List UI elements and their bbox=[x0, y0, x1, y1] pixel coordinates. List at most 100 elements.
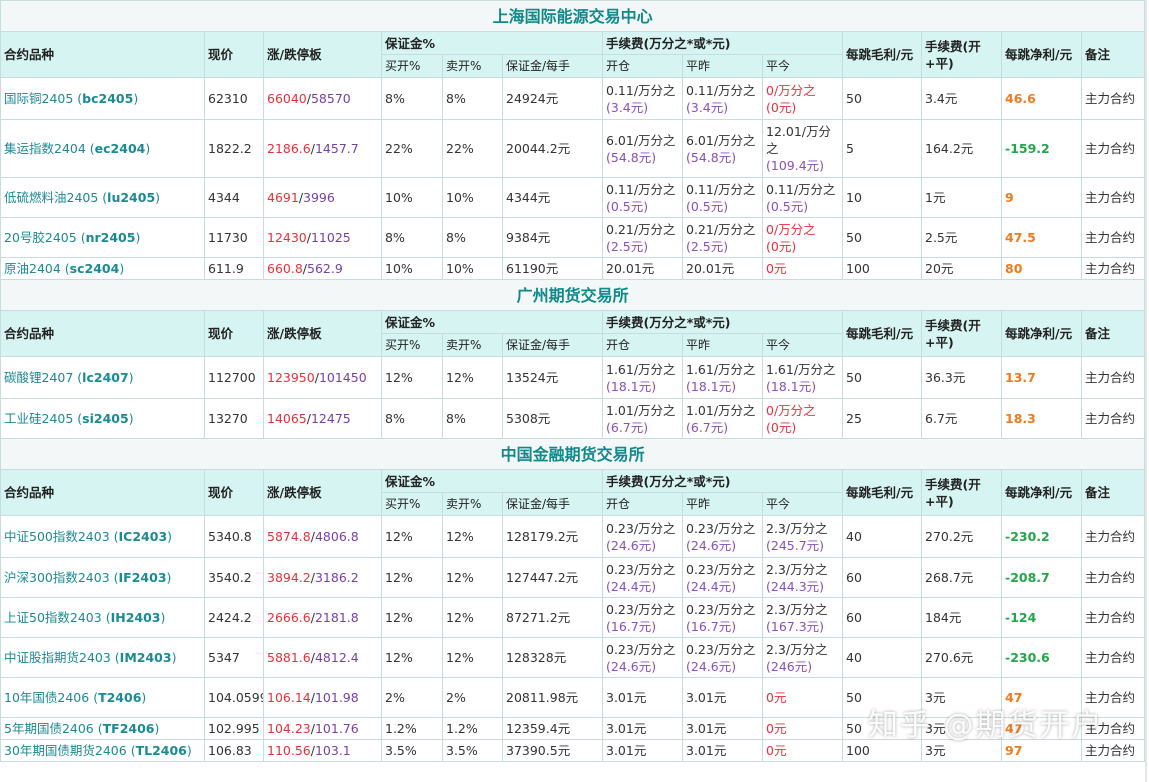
fee-rate: 3.01元 bbox=[686, 743, 727, 758]
price-cell: 62310 bbox=[204, 77, 264, 120]
margin-per-lot-cell: 87271.2元 bbox=[502, 597, 603, 638]
col-header-open: 开仓 bbox=[602, 333, 683, 357]
limit-up: 5881.6 bbox=[267, 650, 311, 665]
contract-name: 中证股指期货2403 bbox=[4, 650, 111, 665]
fee-amount: (2.5元) bbox=[606, 238, 649, 254]
limit-cell: 4691/3996 bbox=[263, 177, 382, 218]
page: 上海国际能源交易中心 合约品种 现价 涨/跌停板 保证金% 手续费(万分之*或*元) 每跳毛… bbox=[0, 0, 1147, 782]
contract-name: 上证50指数2403 bbox=[4, 610, 102, 625]
fee-open-cell: 0.23/万分之 (24.4元) bbox=[602, 557, 683, 598]
col-header-fee-total: 手续费(开+平) bbox=[921, 310, 1002, 357]
margin-sell-cell: 12% bbox=[442, 637, 503, 678]
fee-close-today-cell: 0/万分之 (0元) bbox=[762, 398, 843, 439]
col-header-name: 合约品种 bbox=[0, 469, 205, 516]
col-header-price: 现价 bbox=[204, 469, 264, 516]
fee-rate: 2.3/万分之 bbox=[766, 520, 828, 536]
margin-sell-cell: 8% bbox=[442, 77, 503, 120]
contract-name: 国际铜2405 bbox=[4, 91, 74, 106]
margin-buy-cell: 10% bbox=[381, 177, 443, 218]
price-cell: 112700 bbox=[204, 356, 264, 399]
fee-rate: 1.01/万分之 bbox=[686, 402, 756, 418]
header-row: 合约品种 现价 涨/跌停板 保证金% 手续费(万分之*或*元) 每跳毛利/元 手续费(开+平… bbox=[0, 469, 1146, 516]
fee-open-cell: 3.01元 bbox=[602, 739, 683, 762]
limit-cell: 3894.2/3186.2 bbox=[263, 557, 382, 598]
contract-name-cell: 沪深300指数2403 (IF2403) bbox=[0, 557, 205, 598]
fee-amount: (24.6元) bbox=[686, 658, 737, 674]
fee-close-today-cell: 2.3/万分之 (244.3元) bbox=[762, 557, 843, 598]
col-header-close-prev: 平昨 bbox=[682, 333, 763, 357]
contract-code: ec2404 bbox=[94, 141, 146, 156]
limit-cell: 123950/101450 bbox=[263, 356, 382, 399]
limit-up: 2186.6 bbox=[267, 141, 311, 156]
limit-cell: 12430/11025 bbox=[263, 217, 382, 258]
col-header-tick-gross: 每跳毛利/元 bbox=[842, 469, 922, 516]
col-header-buy: 买开% bbox=[381, 333, 443, 357]
tick-net-cell: -230.6 bbox=[1001, 637, 1082, 678]
tick-gross-cell: 50 bbox=[842, 77, 922, 120]
price-cell: 11730 bbox=[204, 217, 264, 258]
fee-rate: 0.23/万分之 bbox=[686, 561, 756, 577]
table-row: 工业硅2405 (si2405) 13270 14065/12475 8% 8% 5308… bbox=[0, 398, 1146, 439]
note-cell: 主力合约 bbox=[1080, 398, 1146, 439]
fee-amount: (54.8元) bbox=[686, 149, 737, 165]
fee-open-cell: 0.23/万分之 (24.6元) bbox=[602, 515, 683, 558]
tick-net-cell: -230.2 bbox=[1001, 515, 1082, 558]
fee-rate: 0.11/万分之 bbox=[606, 181, 676, 197]
col-header-tick-net: 每跳净利/元 bbox=[1001, 31, 1082, 78]
limit-down: 101.76 bbox=[314, 721, 359, 736]
fee-close-today-cell: 1.61/万分之 (18.1元) bbox=[762, 356, 843, 399]
section-title-row: 广州期货交易所 bbox=[0, 279, 1146, 311]
col-header-tick-gross: 每跳毛利/元 bbox=[842, 31, 922, 78]
margin-buy-cell: 3.5% bbox=[381, 739, 443, 762]
limit-up: 110.56 bbox=[267, 743, 311, 758]
margin-sell-cell: 3.5% bbox=[442, 739, 503, 762]
table-row: 20号胶2405 (nr2405) 11730 12430/11025 8% 8% 938… bbox=[0, 217, 1146, 258]
contract-name-cell: 20号胶2405 (nr2405) bbox=[0, 217, 205, 258]
fee-rate: 1.61/万分之 bbox=[766, 361, 836, 377]
fee-close-today-cell: 0元 bbox=[762, 717, 843, 740]
col-header-price: 现价 bbox=[204, 31, 264, 78]
fee-open-cell: 0.11/万分之 (0.5元) bbox=[602, 177, 683, 218]
margin-per-lot-cell: 128179.2元 bbox=[502, 515, 603, 558]
col-header-buy: 买开% bbox=[381, 54, 443, 78]
price-cell: 4344 bbox=[204, 177, 264, 218]
fee-rate: 0元 bbox=[766, 721, 787, 736]
fee-rate: 0元 bbox=[766, 743, 787, 758]
table-row: 国际铜2405 (bc2405) 62310 66040/58570 8% 8% 2492… bbox=[0, 77, 1146, 120]
fee-close-prev-cell: 0.11/万分之 (0.5元) bbox=[682, 177, 763, 218]
note-cell: 主力合约 bbox=[1080, 597, 1146, 638]
table-row: 碳酸锂2407 (lc2407) 112700 123950/101450 12% 12… bbox=[0, 356, 1146, 399]
fee-amount: (3.4元) bbox=[686, 99, 729, 115]
margin-sell-cell: 12% bbox=[442, 597, 503, 638]
fee-rate: 0/万分之 bbox=[766, 221, 816, 237]
tick-net-cell: -124 bbox=[1001, 597, 1082, 638]
fee-amount: (0元) bbox=[766, 99, 797, 115]
col-header-fee: 手续费(万分之*或*元) bbox=[602, 469, 843, 493]
margin-buy-cell: 12% bbox=[381, 637, 443, 678]
fee-close-today-cell: 12.01/万分之 (109.4元) bbox=[762, 119, 843, 178]
fee-total-cell: 164.2元 bbox=[921, 119, 1002, 178]
margin-buy-cell: 2% bbox=[381, 677, 443, 718]
margin-buy-cell: 8% bbox=[381, 77, 443, 120]
col-header-sell: 卖开% bbox=[442, 492, 503, 516]
contract-code: TL2406 bbox=[135, 743, 187, 758]
fee-amount: (6.7元) bbox=[686, 419, 729, 435]
tick-net-cell: 13.7 bbox=[1001, 356, 1082, 399]
fee-amount: (3.4元) bbox=[606, 99, 649, 115]
scrollbar[interactable] bbox=[1145, 0, 1147, 782]
limit-up: 3894.2 bbox=[267, 570, 311, 585]
fee-rate: 6.01/万分之 bbox=[606, 132, 676, 148]
fee-close-prev-cell: 0.23/万分之 (24.6元) bbox=[682, 637, 763, 678]
note-cell: 主力合约 bbox=[1080, 77, 1146, 120]
fee-rate: 0.23/万分之 bbox=[606, 520, 676, 536]
fee-rate: 0.23/万分之 bbox=[686, 641, 756, 657]
fee-open-cell: 0.23/万分之 (16.7元) bbox=[602, 597, 683, 638]
contract-code: IF2403 bbox=[118, 570, 167, 585]
fee-close-prev-cell: 3.01元 bbox=[682, 677, 763, 718]
margin-per-lot-cell: 128328元 bbox=[502, 637, 603, 678]
fee-rate: 0.11/万分之 bbox=[766, 181, 836, 197]
price-cell: 13270 bbox=[204, 398, 264, 439]
fee-amount: (24.6元) bbox=[606, 537, 657, 553]
limit-down: 2181.8 bbox=[314, 610, 359, 625]
fee-amount: (109.4元) bbox=[766, 158, 825, 173]
